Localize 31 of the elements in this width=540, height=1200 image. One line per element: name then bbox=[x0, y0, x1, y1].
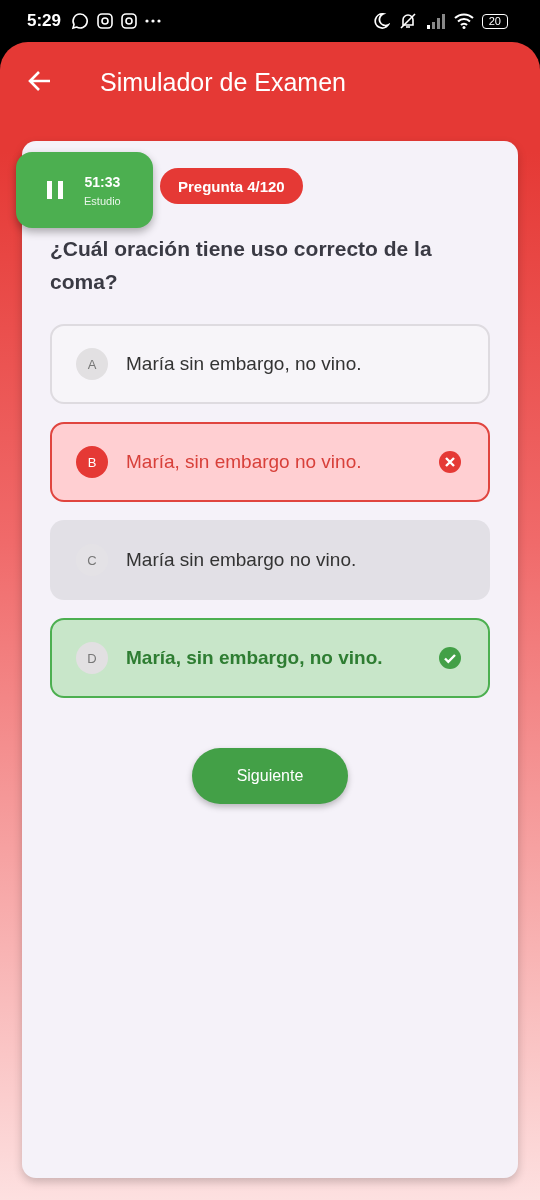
answer-option[interactable]: B María, sin embargo no vino. bbox=[50, 422, 490, 502]
pause-icon[interactable] bbox=[46, 180, 64, 200]
check-icon bbox=[438, 646, 462, 670]
option-text: María, sin embargo no vino. bbox=[126, 451, 363, 473]
option-letter: A bbox=[76, 348, 108, 380]
status-time: 5:29 bbox=[27, 11, 62, 31]
option-text: María sin embargo no vino. bbox=[126, 549, 358, 571]
option-letter: B bbox=[76, 446, 108, 478]
wrong-icon bbox=[438, 450, 462, 474]
timer-mode: Estudio bbox=[84, 194, 121, 207]
moon-icon bbox=[371, 12, 390, 30]
battery-indicator: 20 bbox=[481, 13, 508, 29]
more-icon bbox=[145, 19, 162, 23]
back-arrow-icon[interactable] bbox=[28, 70, 52, 92]
next-button[interactable]: Siguiente bbox=[192, 748, 348, 804]
screen-title: Simulador de Examen bbox=[100, 68, 346, 97]
camera-icon bbox=[121, 13, 138, 29]
answer-option[interactable]: A María sin embargo, no vino. bbox=[50, 324, 490, 404]
chat-icon bbox=[71, 12, 90, 30]
timer-time: 51:33 bbox=[84, 173, 121, 190]
wifi-icon bbox=[453, 13, 474, 29]
timer-panel[interactable]: 51:33 Estudio bbox=[16, 152, 153, 228]
question-text: ¿Cuál oración tiene uso correcto de la coma? bbox=[50, 236, 433, 295]
option-text: María, sin embargo, no vino. bbox=[126, 647, 384, 669]
signal-icon bbox=[425, 13, 446, 29]
camera-icon bbox=[97, 13, 114, 29]
answer-option[interactable]: D María, sin embargo, no vino. bbox=[50, 618, 490, 698]
option-text: María sin embargo, no vino. bbox=[126, 353, 363, 375]
option-letter: D bbox=[76, 642, 108, 674]
question-counter: Pregunta 4/120 bbox=[160, 168, 303, 204]
answer-option[interactable]: C María sin embargo no vino. bbox=[50, 520, 490, 600]
